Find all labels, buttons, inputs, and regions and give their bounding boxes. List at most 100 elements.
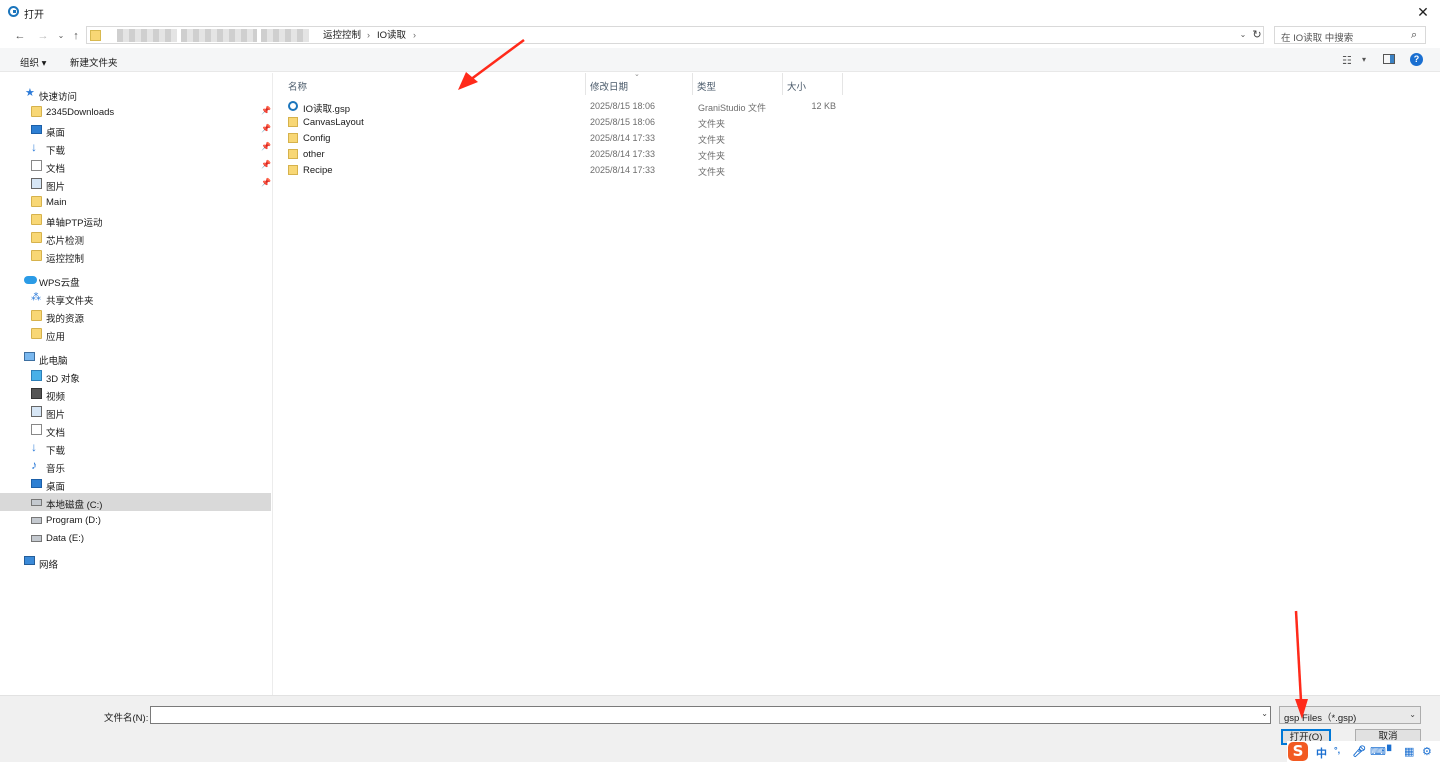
file-name: other (303, 149, 325, 160)
redacted-path-segment (181, 29, 257, 42)
recent-locations-chevron-icon[interactable]: ⌄ (54, 28, 68, 44)
filename-label: 文件名(N): (104, 713, 149, 724)
nav-network[interactable]: 网络 (0, 553, 271, 571)
annotation-arrow-head (1295, 699, 1308, 719)
command-bar: 组织 ▾ 新建文件夹 ☷ ▾ ? (0, 48, 1440, 72)
nav-item-music[interactable]: ♪ 音乐 (0, 457, 271, 475)
column-divider[interactable] (842, 73, 843, 95)
star-icon: ★ (25, 87, 35, 99)
file-row[interactable]: Config 2025/8/14 17:33 文件夹 (284, 130, 844, 146)
pin-icon[interactable]: 📌 (261, 124, 271, 133)
nav-label: 文档 (46, 428, 66, 439)
back-arrow-icon[interactable]: ← (13, 28, 27, 44)
nav-item-shared-folder[interactable]: ⁂ 共享文件夹 (0, 289, 271, 307)
microphone-icon[interactable]: 🎤︎ (1352, 745, 1366, 758)
nav-item-drive-c[interactable]: 本地磁盘 (C:) (0, 493, 271, 511)
nav-label: 下载 (46, 446, 66, 457)
search-icon: ⌕ (1411, 29, 1418, 41)
nav-item-ptp-motion[interactable]: 单轴PTP运动 (0, 211, 271, 229)
nav-item-2345downloads[interactable]: 2345Downloads 📌 (0, 103, 271, 121)
nav-label: 我的资源 (46, 314, 85, 325)
nav-this-pc[interactable]: 此电脑 (0, 349, 271, 367)
toolbox-icon[interactable]: ▦ (1404, 745, 1414, 758)
pin-icon[interactable]: 📌 (261, 160, 271, 169)
view-options-icon[interactable]: ☷ (1342, 54, 1352, 67)
nav-item-pictures[interactable]: 图片 📌 (0, 175, 271, 193)
pin-icon[interactable]: 📌 (261, 106, 271, 115)
column-label: 大小 (787, 82, 807, 93)
file-row[interactable]: CanvasLayout 2025/8/15 18:06 文件夹 (284, 114, 844, 130)
search-placeholder: 在 IO读取 中搜索 (1281, 33, 1354, 44)
nav-item-desktop-pc[interactable]: 桌面 (0, 475, 271, 493)
ime-language-toggle[interactable]: 中 (1316, 745, 1327, 761)
cloud-icon (24, 276, 37, 284)
file-date: 2025/8/14 17:33 (590, 149, 656, 159)
window-title: 打开 (24, 10, 44, 21)
view-dropdown-icon[interactable]: ▾ (1362, 55, 1366, 64)
nav-item-motion-control[interactable]: 运控控制 (0, 247, 271, 265)
folder-icon (31, 232, 42, 243)
file-date: 2025/8/14 17:33 (590, 165, 656, 175)
nav-item-my-resources[interactable]: 我的资源 (0, 307, 271, 325)
nav-item-documents[interactable]: 文档 📌 (0, 157, 271, 175)
nav-item-downloads[interactable]: ↓ 下载 📌 (0, 139, 271, 157)
nav-item-downloads-pc[interactable]: ↓ 下载 (0, 439, 271, 457)
file-row[interactable]: Recipe 2025/8/14 17:33 文件夹 (284, 162, 844, 178)
filename-input[interactable]: ⌄ (150, 706, 1271, 724)
nav-wps-cloud[interactable]: WPS云盘 (0, 271, 271, 289)
file-type: 文件夹 (698, 135, 726, 145)
preview-pane-icon[interactable] (1383, 54, 1395, 64)
sogou-ime-logo[interactable]: S (1288, 742, 1308, 761)
search-input[interactable]: 在 IO读取 中搜索 ⌕ (1274, 26, 1426, 44)
breadcrumb-item[interactable]: IO读取 (377, 29, 406, 42)
nav-item-videos[interactable]: 视频 (0, 385, 271, 403)
app-icon (8, 6, 19, 17)
nav-item-3d-objects[interactable]: 3D 对象 (0, 367, 271, 385)
nav-item-drive-e[interactable]: Data (E:) (0, 529, 271, 547)
nav-label: 桌面 (46, 482, 66, 493)
document-icon (31, 424, 42, 435)
redacted-path-segment (261, 29, 309, 42)
breadcrumb-separator-icon[interactable]: › (367, 29, 370, 42)
settings-gear-icon[interactable]: ⚙ (1422, 745, 1432, 758)
file-date: 2025/8/15 18:06 (590, 101, 656, 111)
nav-item-chip-inspection[interactable]: 芯片检测 (0, 229, 271, 247)
filename-dropdown-icon[interactable]: ⌄ (1261, 709, 1268, 718)
organize-button[interactable]: 组织 ▾ (20, 55, 46, 69)
file-row[interactable]: other 2025/8/14 17:33 文件夹 (284, 146, 844, 162)
address-dropdown-icon[interactable]: ⌄ (1237, 28, 1249, 42)
nav-label: 应用 (46, 332, 66, 343)
pin-icon[interactable]: 📌 (261, 142, 271, 151)
file-row[interactable]: IO读取.gsp 2025/8/15 18:06 GraniStudio 文件 … (284, 98, 844, 115)
column-header-type[interactable]: 类型 (692, 73, 782, 95)
nav-quick-access[interactable]: ★ 快速访问 (0, 85, 271, 104)
close-button[interactable]: ✕ (1412, 3, 1434, 21)
skin-icon[interactable]: ▘ (1387, 745, 1395, 758)
nav-item-desktop[interactable]: 桌面 📌 (0, 121, 271, 139)
nav-label: 图片 (46, 182, 66, 193)
breadcrumb-separator-icon[interactable]: › (413, 29, 416, 42)
up-arrow-icon[interactable]: ↑ (69, 28, 83, 44)
nav-item-apps[interactable]: 应用 (0, 325, 271, 343)
breadcrumb-item[interactable]: 运控控制 (323, 29, 361, 42)
column-header-size[interactable]: 大小 (782, 73, 842, 95)
dialog-footer: 文件名(N): ⌄ gsp Files（*.gsp) ⌄ 打开(O) 取消 (0, 695, 1440, 762)
nav-item-main[interactable]: Main (0, 193, 271, 211)
file-type: 文件夹 (698, 151, 726, 161)
refresh-icon[interactable]: ↻ (1250, 28, 1264, 42)
nav-label: 2345Downloads (46, 107, 115, 118)
nav-item-pictures-pc[interactable]: 图片 (0, 403, 271, 421)
new-folder-button[interactable]: 新建文件夹 (70, 55, 118, 69)
nav-item-documents-pc[interactable]: 文档 (0, 421, 271, 439)
nav-label: 芯片检测 (46, 236, 85, 247)
keyboard-icon[interactable]: ⌨ (1370, 745, 1386, 758)
help-icon[interactable]: ? (1410, 53, 1423, 66)
file-type: GraniStudio 文件 (698, 103, 767, 113)
address-bar[interactable]: 运控控制 › IO读取 › ⌄ (86, 26, 1264, 44)
annotation-arrow-bottom (1294, 610, 1308, 719)
pin-icon[interactable]: 📌 (261, 178, 271, 187)
forward-arrow-icon[interactable]: → (36, 28, 50, 44)
folder-icon (31, 106, 42, 117)
ime-punctuation-toggle[interactable]: °, (1334, 745, 1340, 755)
nav-item-drive-d[interactable]: Program (D:) (0, 511, 271, 529)
